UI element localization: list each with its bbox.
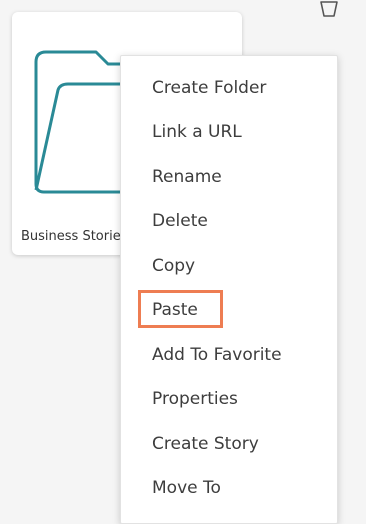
context-menu: Create Folder Link a URL Rename Delete C… [120, 55, 338, 524]
menu-item-properties[interactable]: Properties [121, 379, 337, 419]
menu-item-copy[interactable]: Copy [121, 246, 337, 286]
menu-item-add-to-favorite[interactable]: Add To Favorite [121, 335, 337, 375]
menu-item-create-folder[interactable]: Create Folder [121, 68, 337, 108]
menu-item-rename[interactable]: Rename [121, 157, 337, 197]
notification-icon[interactable] [318, 0, 340, 18]
menu-item-delete[interactable]: Delete [121, 201, 337, 241]
menu-item-create-story[interactable]: Create Story [121, 424, 337, 464]
menu-item-paste[interactable]: Paste [121, 290, 337, 330]
menu-item-move-to[interactable]: Move To [121, 468, 337, 508]
menu-item-link-url[interactable]: Link a URL [121, 112, 337, 152]
folder-name: Business Stories [21, 229, 128, 244]
